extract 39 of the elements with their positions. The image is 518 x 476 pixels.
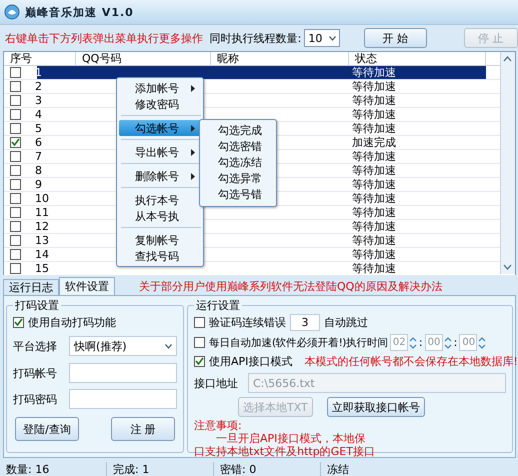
group-title: 运行设置 xyxy=(195,298,241,313)
row-number: 3 xyxy=(35,94,42,108)
row-number: 13 xyxy=(35,234,49,248)
warning-text: 本模式的任何帐号都不会保存在本地数据库! xyxy=(304,354,518,369)
instruction-text: 右键单击下方列表弹出菜单执行更多操作 xyxy=(5,30,204,46)
note-text: 口支持本地txt文件及http的GET接口 xyxy=(194,445,375,458)
row-number: 14 xyxy=(35,248,49,262)
row-number: 7 xyxy=(35,150,42,164)
row-number: 4 xyxy=(35,108,42,122)
row-number: 10 xyxy=(35,192,49,206)
checkbox-label: 验证码连续错误 xyxy=(209,315,286,330)
field-label: 平台选择 xyxy=(13,338,57,354)
row-number: 2 xyxy=(35,80,42,94)
field-label: 打码帐号 xyxy=(13,366,57,380)
field-label: 自动跳过 xyxy=(324,315,368,330)
row-number: 6 xyxy=(35,136,42,150)
row-number: 5 xyxy=(35,122,42,136)
checkbox-label: 每日自动加速(软件必须开着!)执行时间 xyxy=(209,336,388,350)
row-number: 12 xyxy=(35,220,49,234)
thread-count-label: 同时执行线程数量: xyxy=(210,30,302,46)
status-text: 密错: 0 xyxy=(214,462,321,476)
status-text: 完成: 1 xyxy=(107,462,214,476)
time-separator: : xyxy=(418,336,423,349)
status-text: 数量: 16 xyxy=(0,462,107,476)
note-text: 一旦开启API接口模式，本地保 xyxy=(215,432,366,445)
row-number: 15 xyxy=(35,262,49,276)
group-title: 打码设置 xyxy=(14,298,60,313)
row-number: 8 xyxy=(35,164,42,178)
row-number: 11 xyxy=(35,206,49,220)
status-text: 冻结 xyxy=(326,462,350,476)
checkbox-label: 使用API接口模式 xyxy=(209,354,292,369)
field-label: 打码密码 xyxy=(13,392,57,406)
note-text: 注意事项: xyxy=(194,419,242,432)
window-title: 巅峰音乐加速 V1.0 xyxy=(25,4,134,20)
field-label: 接口地址 xyxy=(194,376,238,390)
checkbox-label: 使用自动打码功能 xyxy=(28,315,116,330)
time-separator: : xyxy=(454,336,458,349)
status-cell: 等待加速 xyxy=(349,262,486,276)
row-number: 9 xyxy=(35,178,42,192)
